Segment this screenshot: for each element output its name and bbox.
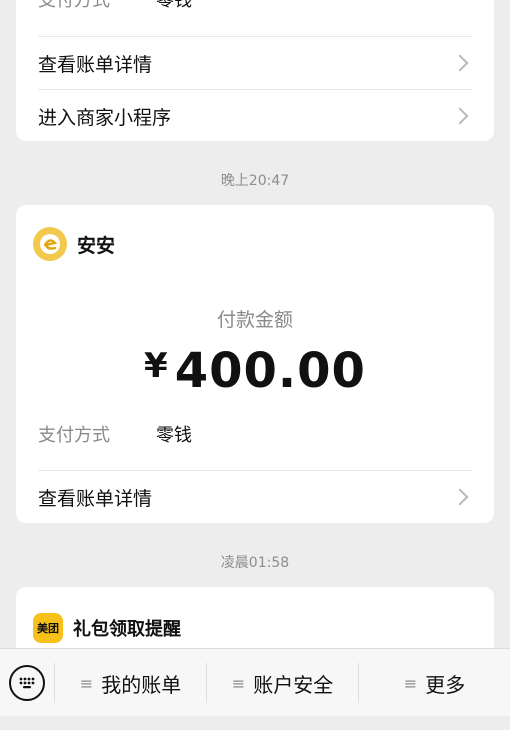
merchant-logo-icon: [33, 227, 67, 261]
view-bill-link[interactable]: 查看账单详情: [38, 37, 472, 89]
merchant-mini-program-label: 进入商家小程序: [38, 106, 172, 129]
bottom-safe-area: [0, 716, 510, 730]
timestamp: 晚上20:47: [220, 173, 290, 189]
merchant-name: 安安: [77, 234, 116, 257]
meituan-logo-icon: 美团: [33, 613, 63, 643]
view-bill-link[interactable]: 查看账单详情: [38, 471, 472, 523]
pay-method-label: 支付方式: [38, 0, 110, 11]
payment-card-previous: 支付方式 零钱 查看账单详情 进入商家小程序: [16, 0, 494, 141]
timestamp: 凌晨01:58: [220, 555, 290, 571]
menu-more-label: 更多: [425, 672, 466, 697]
menu-lines-icon: ≡: [79, 673, 94, 693]
amount-title: 付款金额: [216, 309, 293, 331]
chevron-right-icon: [451, 54, 469, 72]
pay-method-value: 零钱: [156, 425, 192, 446]
payment-card: 安安 付款金额 ¥400.00 支付方式 零钱 查看账单详情: [16, 205, 494, 523]
menu-lines-icon: ≡: [231, 673, 246, 693]
menu-more[interactable]: ≡ 更多: [358, 663, 510, 703]
menu-my-bills-label: 我的账单: [101, 672, 182, 697]
menu-account-security[interactable]: ≡ 账户安全: [206, 663, 358, 703]
pay-method-value: 零钱: [156, 0, 192, 11]
keyboard-icon: [9, 665, 45, 701]
currency-symbol: ¥: [144, 346, 169, 386]
gift-header: 美团 礼包领取提醒: [33, 613, 181, 643]
pay-method-row: 支付方式 零钱: [38, 421, 472, 447]
view-bill-label: 查看账单详情: [38, 53, 153, 76]
chevron-right-icon: [451, 488, 469, 506]
amount: ¥400.00: [16, 343, 494, 399]
menu-lines-icon: ≡: [403, 673, 418, 693]
menu-account-security-label: 账户安全: [253, 672, 334, 697]
pay-method-label: 支付方式: [38, 425, 110, 446]
amount-value: 400.00: [174, 343, 366, 399]
merchant-mini-program-link[interactable]: 进入商家小程序: [38, 90, 472, 141]
bottom-menu-bar: ≡ 我的账单 ≡ 账户安全 ≡ 更多: [0, 648, 510, 717]
meituan-logo-text: 美团: [37, 622, 59, 635]
menu-my-bills[interactable]: ≡ 我的账单: [54, 663, 206, 703]
view-bill-label: 查看账单详情: [38, 487, 153, 510]
merchant-header[interactable]: 安安: [33, 227, 115, 261]
keyboard-toggle-button[interactable]: [0, 649, 54, 717]
chevron-right-icon: [451, 107, 469, 125]
gift-title: 礼包领取提醒: [73, 619, 181, 640]
pay-method-row: 支付方式 零钱: [38, 0, 472, 12]
